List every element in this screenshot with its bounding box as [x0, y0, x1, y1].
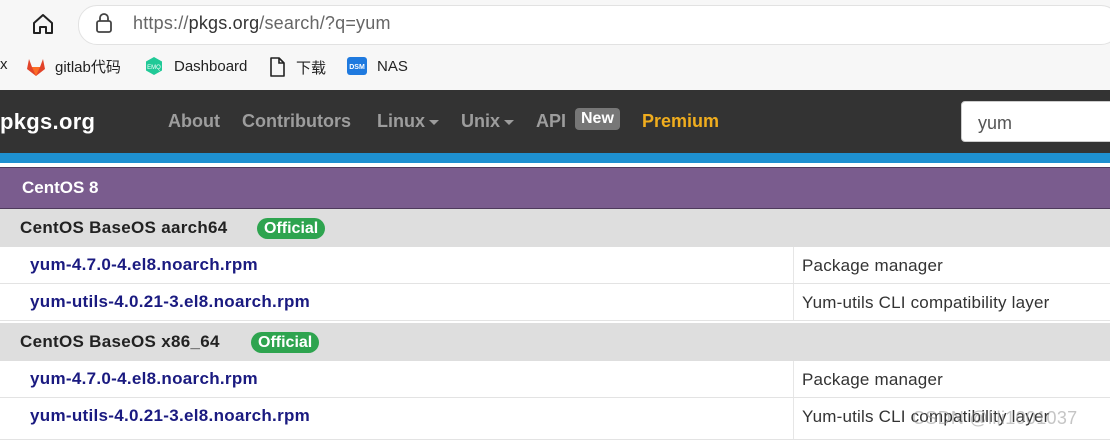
accent-strip [0, 153, 1110, 163]
table-row: yum-4.7.0-4.el8.noarch.rpm Package manag… [0, 361, 1110, 398]
bookmark-gitlab[interactable]: gitlab代码 [25, 56, 121, 77]
file-icon [270, 57, 285, 77]
bookmark-download-label: 下载 [296, 59, 327, 77]
nav-unix-dropdown[interactable]: Unix [461, 111, 515, 132]
nav-unix-label: Unix [461, 111, 501, 131]
site-info-icon[interactable] [94, 13, 114, 35]
search-input-value: yum [978, 113, 1013, 133]
official-badge: Official [251, 332, 320, 353]
package-link[interactable]: yum-utils-4.0.21-3.el8.noarch.rpm [30, 406, 310, 426]
nav-contributors[interactable]: Contributors [242, 111, 351, 132]
nav-linux-label: Linux [377, 111, 425, 131]
url-prefix: https:// [133, 13, 189, 33]
url-text[interactable]: https://pkgs.org/search/?q=yum [133, 13, 391, 34]
column-divider [793, 284, 794, 320]
repo-header-aarch64: CentOS BaseOS aarch64 Official [0, 209, 1110, 247]
bookmark-partial-label: x [0, 56, 8, 73]
home-icon[interactable] [29, 10, 57, 38]
browser-chrome: https://pkgs.org/search/?q=yum x gitlab代… [0, 0, 1110, 90]
svg-text:EMQ: EMQ [147, 65, 161, 71]
table-row: yum-utils-4.0.21-3.el8.noarch.rpm Yum-ut… [0, 284, 1110, 321]
caret-down-icon [504, 120, 515, 125]
url-path: /search/?q=yum [259, 13, 391, 33]
emq-icon: EMQ [146, 57, 162, 75]
column-divider [793, 361, 794, 397]
column-divider [793, 398, 794, 439]
bookmark-nas-label: NAS [377, 57, 408, 75]
nav-about[interactable]: About [168, 111, 220, 132]
caret-down-icon [429, 120, 439, 125]
repo-name: CentOS BaseOS aarch64 [20, 218, 228, 237]
package-description: Yum-utils CLI compatibility layer [802, 293, 1050, 312]
api-new-badge: New [575, 108, 620, 130]
bookmark-partial[interactable]: x [0, 56, 8, 73]
repo-name: CentOS BaseOS x86_64 [20, 332, 220, 351]
bookmark-dashboard-label: Dashboard [174, 57, 248, 75]
package-link[interactable]: yum-4.7.0-4.el8.noarch.rpm [30, 255, 258, 275]
bookmark-nas[interactable]: DSM NAS [346, 56, 408, 76]
url-host: pkgs.org [188, 13, 260, 33]
os-section-header: CentOS 8 [0, 167, 1110, 209]
search-input[interactable]: yum [961, 101, 1110, 142]
package-link[interactable]: yum-4.7.0-4.el8.noarch.rpm [30, 369, 258, 389]
package-description: Package manager [802, 370, 943, 389]
bookmark-gitlab-label: gitlab代码 [55, 59, 121, 76]
nav-api[interactable]: API [536, 111, 566, 132]
column-divider [793, 247, 794, 283]
package-description: Package manager [802, 256, 943, 275]
nav-linux-dropdown[interactable]: Linux [377, 111, 439, 132]
os-title: CentOS 8 [22, 178, 99, 197]
package-link[interactable]: yum-utils-4.0.21-3.el8.noarch.rpm [30, 292, 310, 312]
gitlab-icon [27, 58, 45, 76]
table-row: yum-4.7.0-4.el8.noarch.rpm Package manag… [0, 247, 1110, 284]
bookmark-download[interactable]: 下载 [268, 56, 326, 78]
bookmark-dashboard[interactable]: EMQ Dashboard [144, 56, 247, 76]
site-brand[interactable]: pkgs.org [0, 109, 95, 135]
repo-header-x86_64: CentOS BaseOS x86_64 Official [0, 323, 1110, 361]
watermark: CSDN @lili1001037 [912, 408, 1078, 428]
official-badge: Official [257, 218, 326, 239]
dsm-icon: DSM [347, 57, 367, 75]
nav-premium[interactable]: Premium [642, 111, 719, 132]
svg-text:DSM: DSM [349, 64, 365, 71]
